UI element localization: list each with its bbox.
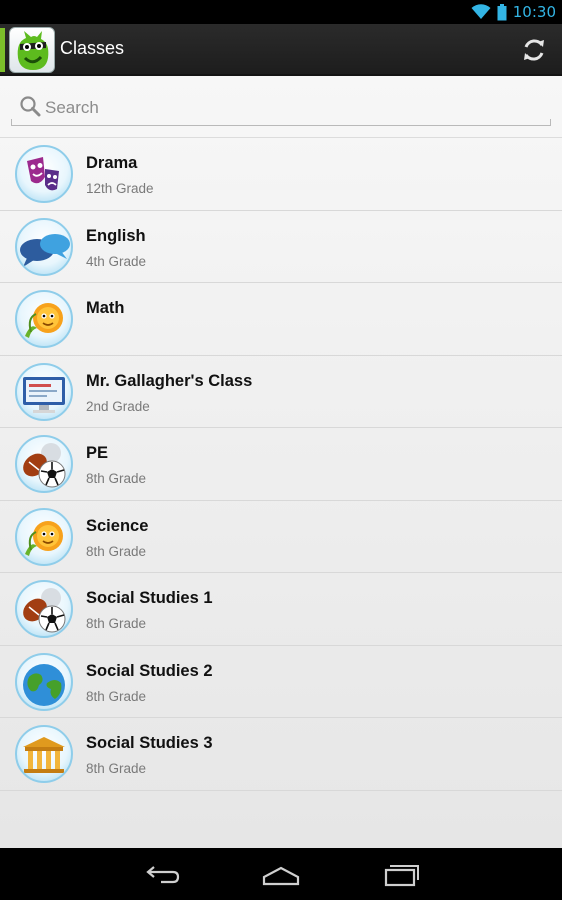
globe-icon [15, 652, 73, 711]
page-title: Classes [60, 38, 125, 58]
class-name: English [86, 226, 146, 245]
class-row-mr-gallaghers-class[interactable]: Mr. Gallagher's Class 2nd Grade [0, 356, 562, 428]
sun-character-icon [15, 507, 73, 566]
class-row-science[interactable]: Science 8th Grade [0, 501, 562, 573]
class-row-english[interactable]: English 4th Grade [0, 211, 562, 283]
refresh-icon[interactable] [520, 36, 548, 64]
class-grade: 12th Grade [86, 181, 154, 196]
action-bar: Classes [0, 24, 562, 76]
wifi-icon [471, 4, 491, 19]
class-name: Social Studies 3 [86, 734, 213, 752]
temple-icon [15, 725, 73, 783]
class-grade: 8th Grade [86, 616, 147, 631]
class-name: Math [86, 299, 125, 317]
class-grade: 4th Grade [86, 253, 147, 269]
class-name: Social Studies 1 [86, 589, 213, 607]
class-name: Drama [86, 154, 138, 172]
computer-monitor-icon [15, 362, 73, 421]
recent-apps-icon[interactable] [381, 858, 421, 890]
sports-balls-icon [15, 435, 73, 493]
status-bar: 10:30 [0, 0, 562, 24]
sun-character-icon [15, 290, 73, 348]
search-box[interactable] [11, 90, 551, 126]
class-row-pe[interactable]: PE 8th Grade [0, 428, 562, 501]
class-name: Science [86, 516, 149, 535]
class-list: Drama 12th Grade English 4th Grade Math … [0, 138, 562, 791]
theater-masks-icon [15, 145, 73, 203]
class-row-social-studies-1[interactable]: Social Studies 1 8th Grade [0, 573, 562, 646]
search-input[interactable] [45, 94, 535, 122]
search-icon [20, 96, 41, 117]
battery-icon [497, 3, 507, 20]
status-icons: 10:30 [471, 0, 556, 24]
sports-balls-icon [15, 580, 73, 638]
class-row-math[interactable]: Math [0, 283, 562, 356]
content-area: Drama 12th Grade English 4th Grade [0, 76, 562, 848]
class-row-drama[interactable]: Drama 12th Grade [0, 138, 562, 211]
class-row-social-studies-3[interactable]: Social Studies 3 8th Grade [0, 718, 562, 791]
class-grade: 2nd Grade [86, 398, 150, 414]
class-name: PE [86, 444, 109, 462]
class-name: Social Studies 2 [86, 661, 213, 680]
class-grade: 8th Grade [86, 761, 147, 776]
class-grade: 8th Grade [86, 688, 147, 704]
speech-bubbles-icon [15, 217, 73, 276]
home-icon[interactable] [261, 858, 301, 890]
up-indicator[interactable] [0, 28, 5, 72]
clock: 10:30 [512, 3, 556, 21]
back-icon[interactable] [141, 858, 181, 890]
search-bar [0, 76, 562, 138]
class-grade: 8th Grade [86, 543, 147, 559]
navigation-bar [0, 848, 562, 900]
class-name: Mr. Gallagher's Class [86, 371, 253, 390]
class-grade: 8th Grade [86, 471, 147, 486]
app-logo-icon[interactable] [9, 27, 55, 73]
class-row-social-studies-2[interactable]: Social Studies 2 8th Grade [0, 646, 562, 718]
